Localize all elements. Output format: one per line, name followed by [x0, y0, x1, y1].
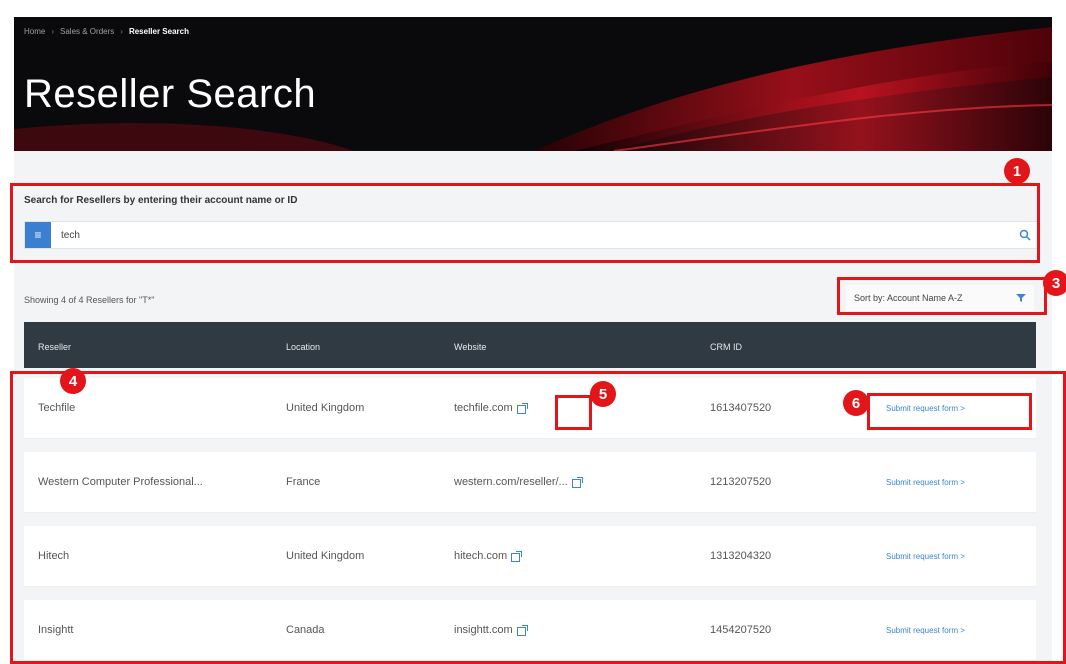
- annotation-marker-4: 4: [60, 368, 86, 394]
- breadcrumb-sales-orders[interactable]: Sales & Orders: [60, 27, 114, 36]
- breadcrumb-current: Reseller Search: [128, 27, 189, 36]
- column-header-location[interactable]: Location: [286, 342, 320, 352]
- annotation-box-submit-request: [867, 393, 1032, 430]
- annotation-marker-1: 1: [1004, 158, 1030, 184]
- annotation-box-sort: [837, 277, 1047, 315]
- annotation-marker-5: 5: [590, 381, 616, 407]
- annotation-marker-6: 6: [843, 390, 869, 416]
- column-header-website[interactable]: Website: [454, 342, 486, 352]
- breadcrumb-home[interactable]: Home: [24, 27, 45, 36]
- column-header-crm-id[interactable]: CRM ID: [710, 342, 742, 352]
- breadcrumb-separator: ›: [120, 27, 123, 36]
- table-header: Reseller Location Website CRM ID: [24, 322, 1036, 368]
- breadcrumb: Home › Sales & Orders › Reseller Search: [24, 27, 189, 36]
- page-title: Reseller Search: [24, 72, 317, 116]
- results-count: Showing 4 of 4 Resellers for "T*": [24, 295, 155, 305]
- annotation-box-external-link: [555, 395, 592, 430]
- annotation-marker-3: 3: [1043, 270, 1066, 296]
- page-banner: Home › Sales & Orders › Reseller Search …: [14, 17, 1052, 151]
- annotation-box-search: [10, 183, 1040, 263]
- column-header-reseller[interactable]: Reseller: [38, 342, 71, 352]
- breadcrumb-separator: ›: [51, 27, 55, 36]
